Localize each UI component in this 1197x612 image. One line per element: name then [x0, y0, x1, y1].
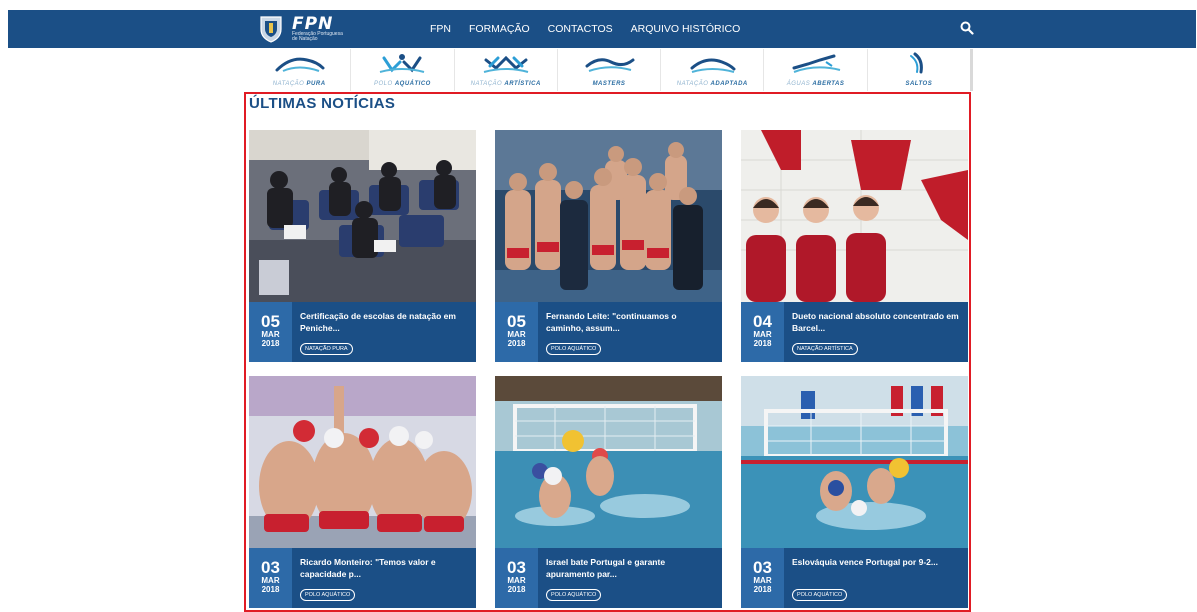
discipline-polo-aquatico[interactable]: POLO AQUÁTICO — [351, 49, 455, 91]
news-day: 03 — [753, 558, 772, 577]
discipline-masters[interactable]: MASTERS — [558, 49, 662, 91]
fpn-logo[interactable]: FPN Federação Portuguesa de Natação — [258, 12, 343, 46]
news-month: MAR — [261, 330, 280, 339]
masters-icon — [585, 58, 635, 72]
news-tag[interactable]: POLO AQUÁTICO — [546, 343, 602, 355]
news-tag[interactable]: POLO AQUÁTICO — [546, 589, 602, 601]
news-info: 04 MAR 2018 Dueto nacional absoluto conc… — [741, 302, 968, 362]
discipline-aguas-abertas[interactable]: ÁGUAS ABERTAS — [764, 49, 868, 91]
diving-icon — [909, 52, 923, 74]
news-photo-team[interactable] — [495, 130, 722, 302]
news-date: 05 MAR 2018 — [495, 302, 538, 362]
water-polo-icon — [380, 54, 425, 73]
news-tag[interactable]: NATAÇÃO PURA — [300, 343, 353, 355]
discipline-bold: ABERTAS — [812, 81, 845, 87]
main-nav: FPN FORMAÇÃO CONTACTOS ARQUIVO HISTÓRICO — [430, 10, 758, 48]
news-info: 03 MAR 2018 Eslováquia vence Portugal po… — [741, 548, 968, 608]
section-title: ÚLTIMAS NOTÍCIAS — [249, 95, 396, 112]
search-icon[interactable] — [960, 21, 974, 35]
news-tag[interactable]: POLO AQUÁTICO — [300, 589, 356, 601]
news-photo-classroom[interactable] — [249, 130, 476, 302]
news-date: 05 MAR 2018 — [249, 302, 292, 362]
news-date: 04 MAR 2018 — [741, 302, 784, 362]
news-info: 05 MAR 2018 Certificação de escolas de n… — [249, 302, 476, 362]
logo-title: FPN — [292, 14, 334, 34]
news-month: MAR — [507, 330, 526, 339]
discipline-light: POLO — [373, 81, 393, 87]
artistic-swimming-icon — [483, 55, 528, 73]
nav-item-contactos[interactable]: CONTACTOS — [548, 23, 613, 35]
discipline-bold: PURA — [306, 81, 326, 87]
news-date: 03 MAR 2018 — [741, 548, 784, 608]
news-day: 04 — [753, 312, 772, 331]
discipline-light: NATAÇÃO — [676, 81, 709, 87]
discipline-bold: MASTERS — [592, 81, 626, 87]
discipline-natacao-artistica[interactable]: NATAÇÃO ARTÍSTICA — [455, 49, 558, 91]
news-month: MAR — [753, 330, 772, 339]
discipline-light: NATAÇÃO — [470, 81, 503, 87]
discipline-bold: SALTOS — [905, 81, 933, 87]
news-info: 03 MAR 2018 Ricardo Monteiro: "Temos val… — [249, 548, 476, 608]
news-day: 03 — [261, 558, 280, 577]
news-year: 2018 — [507, 339, 526, 348]
discipline-bold: AQUÁTICO — [394, 81, 431, 87]
news-year: 2018 — [261, 339, 280, 348]
news-day: 05 — [507, 312, 526, 331]
news-photo-pool-goal[interactable] — [495, 376, 722, 548]
news-day: 03 — [507, 558, 526, 577]
discipline-natacao-adaptada[interactable]: NATAÇÃO ADAPTADA — [661, 49, 765, 91]
swimmer-icon — [275, 57, 325, 72]
news-date: 03 MAR 2018 — [249, 548, 292, 608]
discipline-saltos[interactable]: SALTOS — [868, 49, 970, 91]
news-headline[interactable]: Fernando Leite: "continuamos o caminho, … — [546, 310, 716, 334]
nav-item-formacao[interactable]: FORMAÇÃO — [469, 23, 530, 35]
news-tag[interactable]: NATAÇÃO ARTÍSTICA — [792, 343, 858, 355]
news-month: MAR — [261, 576, 280, 585]
news-year: 2018 — [507, 585, 526, 594]
disciplines-bar: NATAÇÃO PURA POLO AQUÁTICO NATAÇÃO ARTÍS… — [248, 49, 973, 91]
news-year: 2018 — [753, 339, 772, 348]
discipline-bold: ARTÍSTICA — [504, 81, 541, 87]
news-photo-duet[interactable] — [741, 130, 968, 302]
open-water-icon — [792, 54, 840, 73]
fpn-shield-icon — [260, 16, 282, 43]
news-info: 05 MAR 2018 Fernando Leite: "continuamos… — [495, 302, 722, 362]
news-photo-huddle[interactable] — [249, 376, 476, 548]
nav-item-arquivo-historico[interactable]: ARQUIVO HISTÓRICO — [631, 23, 741, 35]
news-headline[interactable]: Ricardo Monteiro: "Temos valor e capacid… — [300, 556, 470, 580]
discipline-natacao-pura[interactable]: NATAÇÃO PURA — [248, 49, 352, 91]
discipline-bold: ADAPTADA — [710, 81, 748, 87]
nav-item-fpn[interactable]: FPN — [430, 23, 451, 35]
news-date: 03 MAR 2018 — [495, 548, 538, 608]
news-info: 03 MAR 2018 Israel bate Portugal e garan… — [495, 548, 722, 608]
news-month: MAR — [753, 576, 772, 585]
news-photo-match[interactable] — [741, 376, 968, 548]
news-year: 2018 — [753, 585, 772, 594]
news-year: 2018 — [261, 585, 280, 594]
discipline-light: NATAÇÃO — [272, 81, 305, 87]
news-month: MAR — [507, 576, 526, 585]
adapted-swimming-icon — [690, 58, 736, 73]
logo-subtitle-2: de Natação — [292, 36, 318, 42]
news-headline[interactable]: Israel bate Portugal e garante apurament… — [546, 556, 716, 580]
top-navbar: FPN Federação Portuguesa de Natação FPN … — [8, 10, 1196, 48]
news-day: 05 — [261, 312, 280, 331]
news-tag[interactable]: POLO AQUÁTICO — [792, 589, 848, 601]
news-headline[interactable]: Certificação de escolas de natação em Pe… — [300, 310, 470, 334]
discipline-light: ÁGUAS — [786, 81, 811, 87]
news-headline[interactable]: Dueto nacional absoluto concentrado em B… — [792, 310, 962, 334]
news-headline[interactable]: Eslováquia vence Portugal por 9-2... — [792, 556, 962, 568]
